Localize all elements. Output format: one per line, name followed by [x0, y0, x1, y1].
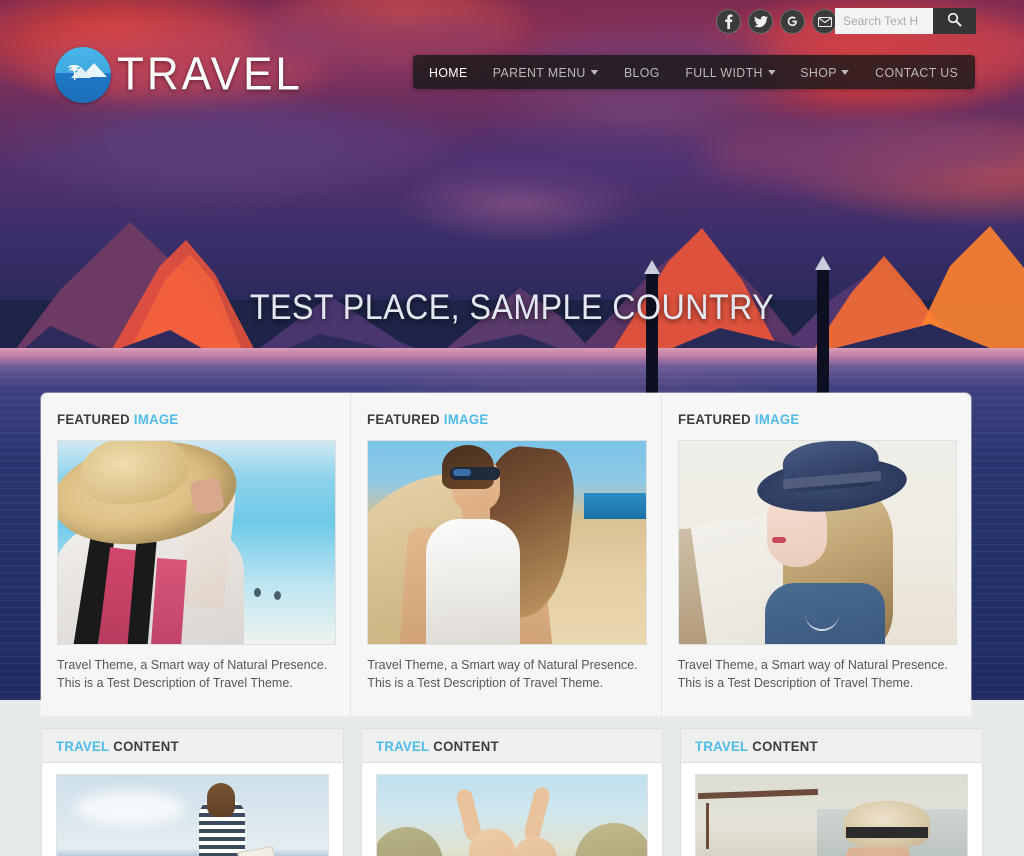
- nav-label: PARENT MENU: [492, 64, 586, 80]
- nav-item-home[interactable]: HOME: [418, 65, 477, 80]
- featured-card-description: Travel Theme, a Smart way of Natural Pre…: [677, 658, 948, 690]
- content-photo[interactable]: [56, 774, 329, 856]
- nav-item-full-width[interactable]: FULL WIDTH: [675, 65, 786, 80]
- title-word-accent: IMAGE: [444, 411, 489, 427]
- content-card: TRAVEL CONTENT: [360, 728, 664, 856]
- featured-card-title: FEATURED IMAGE: [57, 411, 320, 427]
- nav-item-shop[interactable]: SHOP: [790, 65, 860, 80]
- search-box: [835, 8, 976, 34]
- featured-card-description: Travel Theme, a Smart way of Natural Pre…: [367, 658, 638, 690]
- nav-label: HOME: [428, 64, 468, 80]
- google-plus-icon[interactable]: [780, 9, 805, 34]
- social-links: [716, 9, 837, 34]
- title-word-primary: FEATURED: [57, 411, 130, 427]
- content-photo[interactable]: [375, 774, 649, 856]
- featured-photo[interactable]: [57, 440, 337, 645]
- top-bar: [0, 0, 1024, 44]
- nav-label: SHOP: [800, 64, 838, 80]
- site-logo[interactable]: TRAVEL: [55, 47, 303, 103]
- hero-title: TEST PLACE, SAMPLE COUNTRY: [249, 288, 775, 327]
- logo-text: TRAVEL: [117, 48, 303, 101]
- featured-photo[interactable]: [677, 440, 957, 645]
- nav-item-parent-menu[interactable]: PARENT MENU: [482, 65, 608, 80]
- search-icon: [947, 12, 962, 30]
- chevron-down-icon: [767, 69, 775, 75]
- content-card: TRAVEL CONTENT: [41, 728, 344, 856]
- email-icon[interactable]: [812, 9, 837, 34]
- title-word-primary: CONTENT: [113, 737, 179, 754]
- content-card-body: [362, 763, 663, 856]
- featured-card-description: Travel Theme, a Smart way of Natural Pre…: [57, 658, 328, 690]
- featured-card-title: FEATURED IMAGE: [678, 411, 941, 427]
- featured-card: FEATURED IMAGE Travel Theme, a Smart way…: [41, 393, 350, 716]
- title-word-primary: FEATURED: [677, 411, 751, 427]
- content-card-title: TRAVEL CONTENT: [376, 738, 499, 754]
- content-card-header: TRAVEL CONTENT: [681, 729, 983, 763]
- title-word-primary: FEATURED: [367, 411, 441, 427]
- hero-mountain-range: [0, 222, 1024, 370]
- chevron-down-icon: [841, 69, 850, 75]
- nav-label: CONTACT US: [874, 64, 958, 80]
- title-word-accent: IMAGE: [754, 411, 800, 427]
- featured-photo[interactable]: [367, 440, 647, 645]
- featured-card-title: FEATURED IMAGE: [367, 411, 630, 427]
- search-button[interactable]: [933, 8, 976, 34]
- facebook-icon[interactable]: [716, 9, 741, 34]
- title-word-accent: TRAVEL: [695, 737, 749, 754]
- main-navigation: HOME PARENT MENU BLOG FULL WIDTH SHOP CO…: [412, 55, 975, 89]
- palm-mountain-badge-icon: [55, 47, 111, 103]
- title-word-accent: IMAGE: [133, 411, 179, 427]
- travel-content-row: TRAVEL CONTENT TRAVEL CONTENT TRAVEL CON…: [41, 728, 984, 856]
- content-card-header: TRAVEL CONTENT: [42, 729, 343, 763]
- content-card-title: TRAVEL CONTENT: [56, 738, 179, 754]
- search-input[interactable]: [835, 8, 933, 34]
- title-word-accent: TRAVEL: [56, 737, 110, 754]
- twitter-icon[interactable]: [748, 9, 773, 34]
- nav-item-blog[interactable]: BLOG: [613, 65, 670, 80]
- title-word-accent: TRAVEL: [375, 737, 430, 754]
- featured-images-panel: FEATURED IMAGE Travel Theme, a Smart way…: [41, 393, 971, 716]
- chevron-down-icon: [590, 69, 599, 75]
- title-word-primary: CONTENT: [752, 737, 819, 754]
- content-card-body: [681, 763, 982, 856]
- featured-card: FEATURED IMAGE Travel Theme, a Smart way…: [660, 393, 971, 716]
- featured-card: FEATURED IMAGE Travel Theme, a Smart way…: [350, 393, 660, 716]
- content-photo[interactable]: [695, 774, 969, 856]
- content-card-body: [42, 763, 343, 856]
- nav-label: FULL WIDTH: [685, 64, 763, 80]
- content-card-title: TRAVEL CONTENT: [695, 738, 818, 754]
- nav-item-contact-us[interactable]: CONTACT US: [864, 65, 968, 80]
- page-root: TEST PLACE, SAMPLE COUNTRY Search Text H…: [0, 0, 1024, 856]
- nav-label: BLOG: [623, 64, 660, 80]
- content-card: TRAVEL CONTENT: [680, 728, 984, 856]
- content-card-header: TRAVEL CONTENT: [361, 729, 663, 763]
- title-word-primary: CONTENT: [432, 737, 499, 754]
